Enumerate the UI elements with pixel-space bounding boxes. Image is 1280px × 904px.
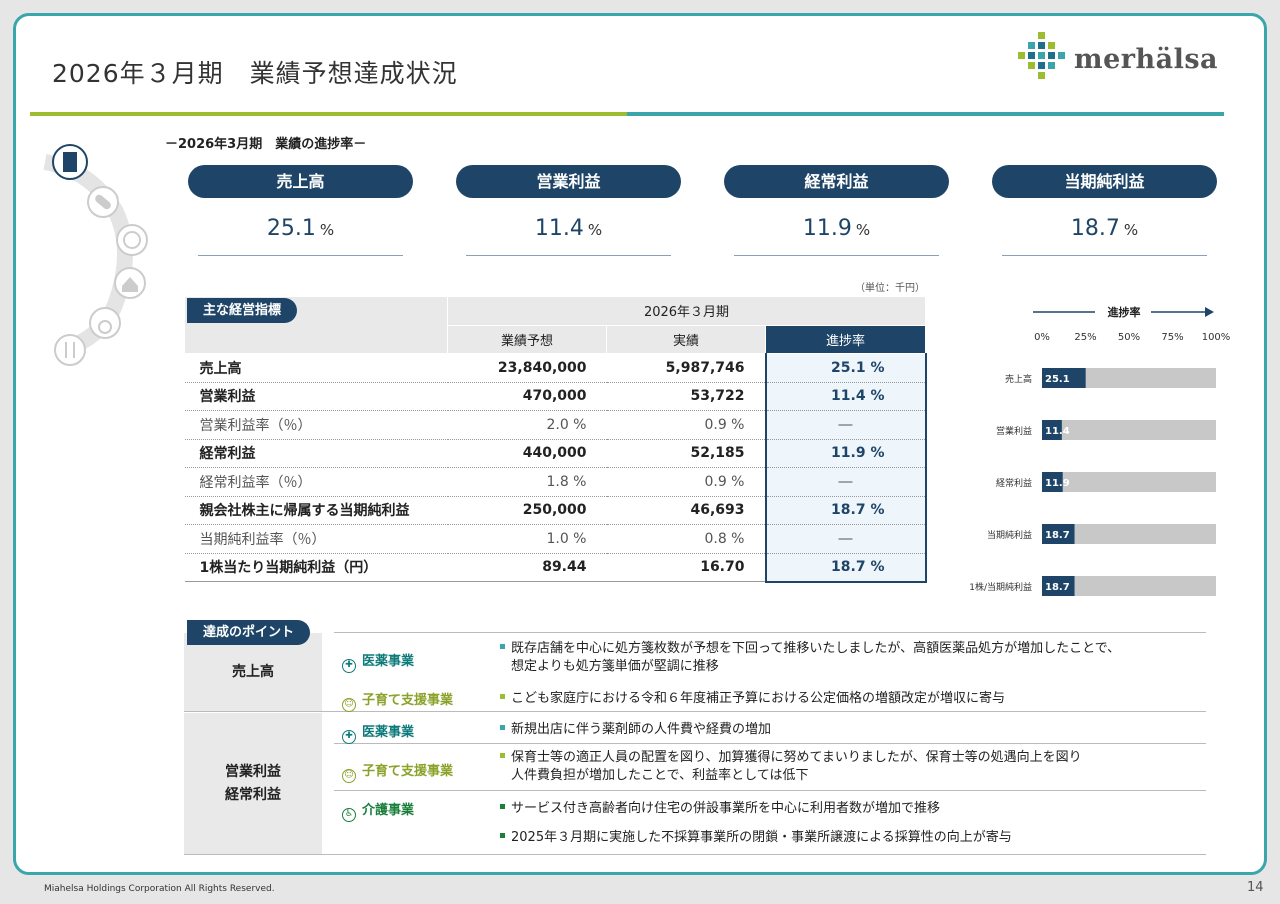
points-tag: 達成のポイント (187, 620, 311, 645)
bullet-profit-pharma: 新規出店に伴う薬剤師の人件費や経費の増加 (500, 721, 771, 739)
progress-bar-chart: 進捗率 0% 25% 50% 75% 100% 売上高 25.1 営業利益 11.4 経常利益 11.… (969, 305, 1231, 596)
kpi-label: 当期純利益 (992, 165, 1217, 198)
table-row: 営業利益 470,000 53,722 11.4 % (184, 382, 927, 411)
house-icon (114, 267, 146, 299)
care-icon: ♿ (342, 808, 356, 822)
col-forecast: 業績予想 (447, 324, 607, 354)
building-icon (52, 144, 88, 180)
data-label: 25.1 (1045, 374, 1070, 385)
kpi-value: 18.7 (1070, 216, 1120, 241)
segment-childcare: ☺ 子育て支援事業 (342, 689, 453, 712)
kpi-net-income: 当期純利益 18.7% (992, 165, 1217, 256)
table-row: 売上高 23,840,000 5,987,746 25.1 % (184, 353, 927, 383)
tick-label: 100% (1202, 332, 1231, 343)
data-label: 11.4 (1045, 426, 1070, 437)
logo-mark-icon (1018, 32, 1065, 79)
kpi-unit: % (855, 221, 871, 239)
page-number: 14 (1247, 880, 1264, 895)
profit-labels: 営業利益 経常利益 (184, 713, 322, 854)
side-decoration (43, 144, 148, 366)
kpi-unit: % (1123, 221, 1139, 239)
profit-label-ordinary: 経常利益 (225, 786, 281, 803)
bullet-sales-pharma: 既存店舗を中心に処方箋枚数が予想を下回って推移いたしましたが、高額医薬品処方が増… (500, 640, 1120, 675)
data-label: 18.7 (1045, 530, 1070, 541)
kpi-unit: % (319, 221, 335, 239)
bullet-profit-childcare: 保育士等の適正人員の配置を図り、加算獲得に努めてまいりましたが、保育士等の処遇向… (500, 749, 1082, 784)
pill-icon (87, 186, 119, 218)
footer-copyright: Miahelsa Holdings Corporation All Rights… (44, 884, 275, 894)
category-label: 経常利益 (996, 477, 1032, 489)
tick-label: 75% (1161, 332, 1183, 343)
data-label: 11.9 (1045, 478, 1070, 489)
chart-title: 進捗率 (1108, 305, 1141, 319)
pharma-icon: ✚ (342, 659, 356, 673)
table-row: 1株当たり当期純利益（円） 89.44 16.70 18.7 % (184, 553, 927, 583)
page-title: 2026年３月期 業績予想達成状況 (52, 59, 458, 88)
category-label: 営業利益 (996, 425, 1032, 437)
pharma-icon: ✚ (342, 730, 356, 744)
unit-note: （単位：千円） (855, 283, 925, 294)
tick-label: 25% (1074, 332, 1096, 343)
period-header: 2026年３月期 (447, 296, 926, 326)
kpi-label: 売上高 (188, 165, 413, 198)
category-label: 当期純利益 (987, 529, 1032, 541)
table-row: 経常利益率（％） 1.8 % 0.9 % ― (184, 467, 927, 497)
wheelchair-icon (89, 307, 121, 339)
kpi-label: 営業利益 (456, 165, 681, 198)
fork-knife-icon (54, 334, 86, 366)
table-row: 営業利益率（％） 2.0 % 0.9 % ― (184, 410, 927, 440)
kpi-ordinary-profit: 経常利益 11.9% (724, 165, 949, 256)
indicators-tag: 主な経営指標 (187, 298, 298, 323)
category-label: 売上高 (1005, 373, 1032, 385)
category-label: 1株/当期純利益 (969, 581, 1032, 593)
profit-label-operating: 営業利益 (225, 764, 281, 781)
table-row: 経常利益 440,000 52,185 11.9 % (184, 439, 927, 468)
kpi-unit: % (587, 221, 603, 239)
kpi-value: 11.9 (802, 216, 852, 241)
segment-pharma: ✚ 医薬事業 (342, 721, 414, 744)
kpi-sales: 売上高 25.1% (188, 165, 413, 256)
progress-section-label: －2026年3月期 業績の進捗率－ (165, 137, 367, 152)
child-face-icon (116, 224, 148, 256)
kpi-label: 経常利益 (724, 165, 949, 198)
logo-text: merhälsa (1074, 44, 1219, 75)
kpi-operating-profit: 営業利益 11.4% (456, 165, 681, 256)
childcare-icon: ☺ (342, 769, 356, 783)
indicators-table: 2026年３月期 業績予想 実績 進捗率 売上高 23,840,000 5,98… (184, 296, 927, 583)
bullet-sales-childcare: こども家庭庁における令和６年度補正予算における公定価格の増額改定が増収に寄与 (500, 690, 1005, 708)
segment-care: ♿ 介護事業 (342, 799, 414, 822)
table-row: 親会社株主に帰属する当期純利益 250,000 46,693 18.7 % (184, 496, 927, 525)
title-rule-green (30, 112, 627, 116)
table-row: 当期純利益率（％） 1.0 % 0.8 % ― (184, 524, 927, 554)
kpi-value: 11.4 (534, 216, 584, 241)
col-actual: 実績 (606, 324, 766, 354)
tick-label: 0% (1034, 332, 1050, 343)
col-progress: 進捗率 (765, 324, 926, 354)
segment-pharma: ✚ 医薬事業 (342, 650, 414, 673)
kpi-value: 25.1 (266, 216, 316, 241)
data-label: 18.7 (1045, 582, 1070, 593)
tick-label: 50% (1118, 332, 1140, 343)
chart-arrow-head-icon (1205, 307, 1214, 317)
title-rule-teal (627, 112, 1224, 116)
segment-childcare: ☺ 子育て支援事業 (342, 760, 453, 783)
childcare-icon: ☺ (342, 698, 356, 712)
bullet-profit-care-2: 2025年３月期に実施した不採算事業所の閉鎖・事業所譲渡による採算性の向上が寄与 (500, 829, 1012, 847)
bullet-profit-care-1: サービス付き高齢者向け住宅の併設事業所を中心に利用者数が増加で推移 (500, 800, 940, 818)
